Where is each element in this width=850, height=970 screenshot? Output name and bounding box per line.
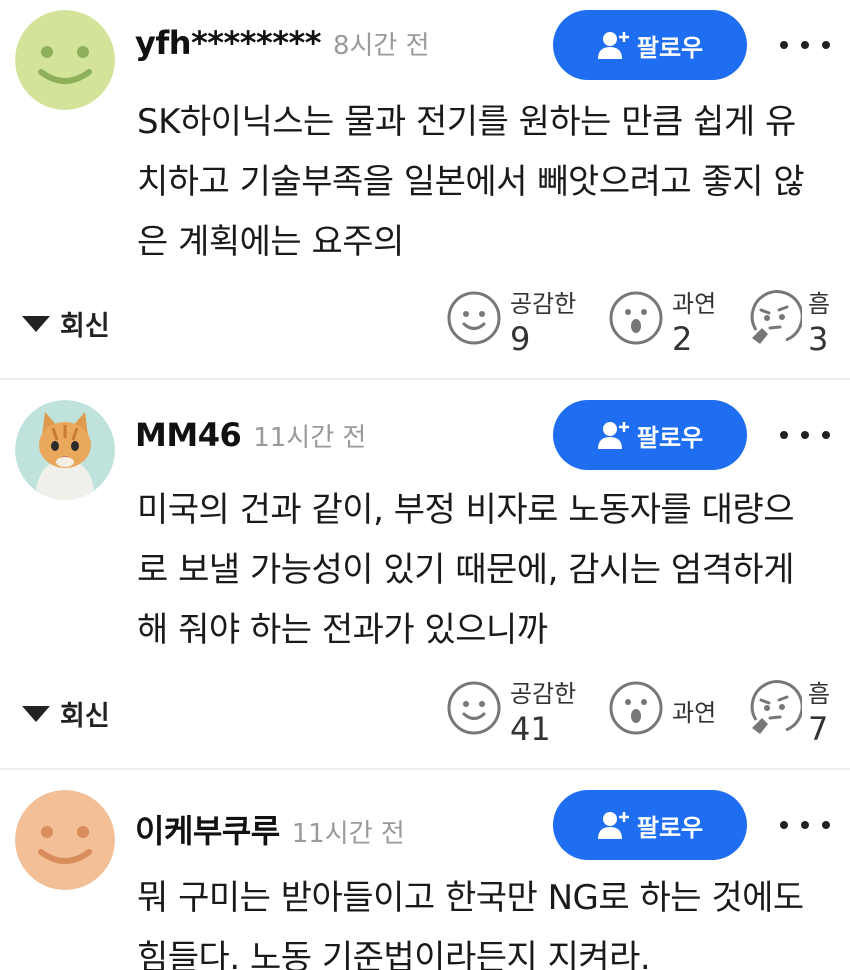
- reply-label: 회신: [60, 701, 110, 732]
- smile-face-icon: [447, 291, 501, 345]
- nickname[interactable]: yfh********: [135, 24, 321, 62]
- comment-item: MM46 11시간 전 팔로우 미국의 건과 같이, 부정 비자로 노동자를 대…: [0, 380, 850, 770]
- follow-label: 팔로우: [636, 423, 704, 452]
- reaction-hmm[interactable]: 흠 3: [746, 290, 830, 358]
- follow-button[interactable]: 팔로우: [553, 10, 747, 80]
- caret-down-icon: [22, 315, 50, 332]
- reaction-label: 흠: [808, 290, 831, 318]
- surprised-face-icon: [609, 291, 663, 345]
- comment-item: 이케부쿠루 11시간 전 팔로우 뭐 구미는 받아들이고 한국만 NG로 하는 …: [0, 770, 850, 970]
- caret-down-icon: [22, 705, 50, 722]
- comment-header: yfh******** 8시간 전: [135, 24, 430, 62]
- avatar[interactable]: [15, 10, 115, 110]
- comment-text: SK하이닉스는 물과 전기를 원하는 만큼 쉽게 유 치하고 기술부족을 일본에…: [137, 92, 837, 272]
- cat-avatar-icon: [15, 400, 115, 500]
- smiley-avatar-icon: [15, 790, 115, 890]
- add-user-icon: [597, 32, 629, 59]
- reaction-label: 공감한: [510, 680, 577, 708]
- reaction-wow[interactable]: 과연: [608, 680, 716, 736]
- comment-line: 해 줘야 하는 전과가 있으니까: [137, 610, 548, 650]
- reaction-label: 흠: [808, 680, 831, 708]
- follow-button[interactable]: 팔로우: [553, 400, 747, 470]
- reaction-count: 2: [672, 320, 693, 358]
- nickname[interactable]: 이케부쿠루: [135, 806, 280, 852]
- follow-label: 팔로우: [636, 813, 704, 842]
- follow-button[interactable]: 팔로우: [553, 790, 747, 860]
- comment-line: 뭐 구미는 받아들이고 한국만 NG로 하는 것에도: [137, 878, 804, 918]
- reaction-like[interactable]: 공감한 41: [446, 680, 576, 748]
- comment-text: 미국의 건과 같이, 부정 비자로 노동자를 대량으 로 보낼 가능성이 있기 …: [137, 480, 837, 660]
- reply-toggle[interactable]: 회신: [22, 304, 110, 343]
- more-options-icon[interactable]: [780, 810, 830, 840]
- avatar[interactable]: [15, 400, 115, 500]
- comment-line: 은 계획에는 요주의: [137, 222, 404, 262]
- more-options-icon[interactable]: [780, 420, 830, 450]
- reaction-hmm[interactable]: 흠 7: [746, 680, 830, 748]
- reaction-label: 과연: [672, 699, 717, 727]
- reaction-like[interactable]: 공감한 9: [446, 290, 576, 358]
- thinking-face-icon: [750, 680, 802, 734]
- timestamp: 8시간 전: [332, 31, 430, 61]
- follow-label: 팔로우: [636, 33, 704, 62]
- reply-toggle[interactable]: 회신: [22, 694, 110, 733]
- add-user-icon: [597, 422, 629, 449]
- comment-line: 치하고 기술부족을 일본에서 빼앗으려고 좋지 않: [137, 162, 805, 202]
- thinking-face-icon: [750, 290, 802, 344]
- reaction-label: 공감한: [510, 290, 577, 318]
- surprised-face-icon: [609, 681, 663, 735]
- nickname[interactable]: MM46: [135, 416, 242, 454]
- reaction-count: 7: [808, 710, 829, 748]
- reply-label: 회신: [60, 311, 110, 342]
- avatar[interactable]: [15, 790, 115, 890]
- reaction-label: 과연: [672, 290, 717, 318]
- comment-line: 힘들다. 노동 기준법이라든지 지켜라.: [137, 938, 651, 970]
- comment-line: 미국의 건과 같이, 부정 비자로 노동자를 대량으: [137, 490, 794, 530]
- comment-text: 뭐 구미는 받아들이고 한국만 NG로 하는 것에도 힘들다. 노동 기준법이라…: [137, 868, 837, 970]
- comment-header: 이케부쿠루 11시간 전: [135, 806, 405, 852]
- comment-header: MM46 11시간 전: [135, 416, 366, 454]
- more-options-icon[interactable]: [780, 30, 830, 60]
- timestamp: 11시간 전: [291, 819, 405, 849]
- comment-line: SK하이닉스는 물과 전기를 원하는 만큼 쉽게 유: [137, 102, 796, 142]
- reaction-count: 9: [510, 320, 531, 358]
- smile-face-icon: [447, 681, 501, 735]
- comment-line: 로 보낼 가능성이 있기 때문에, 감시는 엄격하게: [137, 550, 794, 590]
- add-user-icon: [597, 812, 629, 839]
- reaction-wow[interactable]: 과연 2: [608, 290, 716, 358]
- reaction-count: 41: [510, 710, 551, 748]
- reaction-count: 3: [808, 320, 829, 358]
- smiley-avatar-icon: [15, 10, 115, 110]
- timestamp: 11시간 전: [253, 423, 367, 453]
- comment-item: yfh******** 8시간 전 팔로우 SK하이닉스는 물과 전기를 원하는…: [0, 0, 850, 380]
